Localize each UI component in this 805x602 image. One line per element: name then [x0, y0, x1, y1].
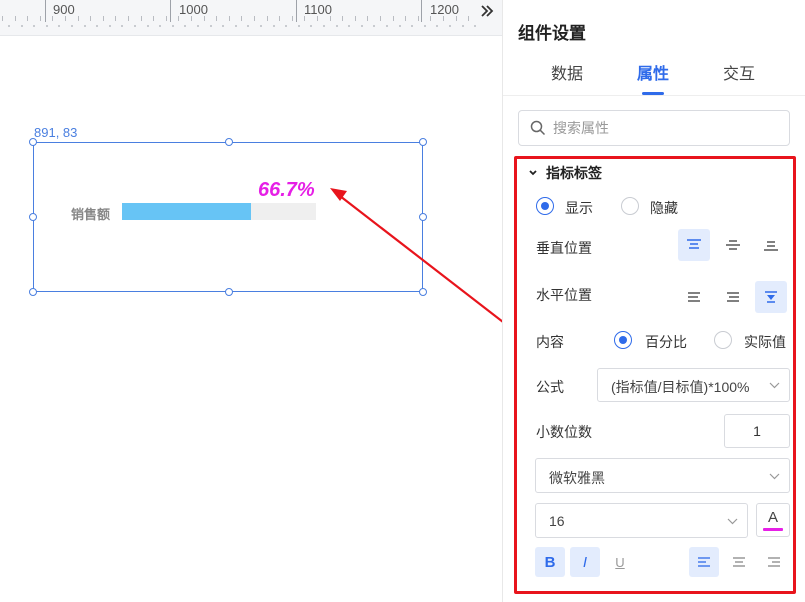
halign-center-button[interactable] — [717, 281, 749, 313]
decimal-places-input[interactable]: 1 — [724, 414, 790, 448]
text-align-center-button[interactable] — [724, 547, 754, 577]
align-middle-icon — [726, 240, 740, 250]
align-right-lines-icon — [727, 292, 739, 302]
radio-hide-label: 隐藏 — [650, 200, 678, 216]
tab-properties[interactable]: 属性 — [637, 60, 669, 84]
decimal-places-label: 小数位数 — [536, 424, 592, 440]
text-align-left-icon — [698, 557, 710, 567]
annotation-arrow — [330, 188, 517, 333]
component-settings-panel: 组件设置 数据 属性 交互 指标标签 显示 隐藏 垂直位置 水平位置 内容 百分… — [502, 0, 805, 602]
halign-right-button[interactable] — [755, 281, 787, 313]
formula-label: 公式 — [536, 379, 564, 395]
font-color-icon: A — [767, 509, 778, 526]
radio-percentage-label: 百分比 — [645, 334, 687, 350]
halign-left-button[interactable] — [678, 281, 710, 313]
design-canvas[interactable]: 900 1000 1100 1200 891, 83 销售额 66.7% — [0, 0, 517, 602]
font-family-value: 微软雅黑 — [549, 470, 605, 486]
font-size-select[interactable]: 16 — [535, 503, 748, 538]
radio-show[interactable] — [536, 197, 554, 215]
valign-middle-button[interactable] — [717, 229, 749, 261]
chevron-down-icon — [769, 382, 780, 389]
formula-select[interactable]: (指标值/目标值)*100% — [597, 368, 790, 402]
text-align-right-button[interactable] — [759, 547, 789, 577]
radio-hide[interactable] — [621, 197, 639, 215]
chevron-down-icon — [769, 473, 780, 480]
font-color-button[interactable]: A — [756, 503, 790, 537]
horizontal-position-label: 水平位置 — [536, 287, 592, 303]
align-left-icon — [688, 292, 700, 302]
bold-button[interactable]: B — [535, 547, 565, 577]
tab-interaction[interactable]: 交互 — [723, 60, 755, 84]
valign-top-button[interactable] — [678, 229, 710, 261]
section-toggle-indicator-label[interactable]: 指标标签 — [528, 163, 602, 183]
radio-percentage[interactable] — [614, 331, 632, 349]
content-label: 内容 — [536, 334, 564, 350]
text-align-left-button[interactable] — [689, 547, 719, 577]
panel-title: 组件设置 — [518, 24, 586, 43]
radio-show-label: 显示 — [565, 200, 593, 216]
text-align-center-icon — [733, 557, 745, 567]
align-bottom-icon — [764, 241, 778, 251]
align-top-icon — [687, 239, 701, 249]
search-icon — [530, 120, 546, 136]
radio-actual-value[interactable] — [714, 331, 732, 349]
search-input[interactable] — [553, 112, 783, 144]
align-end-icon — [765, 291, 777, 303]
property-search[interactable] — [518, 110, 790, 146]
tab-data[interactable]: 数据 — [551, 60, 583, 84]
radio-actual-value-label: 实际值 — [744, 334, 786, 350]
font-family-select[interactable]: 微软雅黑 — [535, 458, 790, 493]
valign-bottom-button[interactable] — [755, 229, 787, 261]
chevron-down-icon — [529, 170, 537, 176]
section-title: 指标标签 — [546, 165, 602, 181]
chevron-down-icon — [727, 518, 738, 525]
font-color-swatch — [763, 528, 783, 531]
formula-value: (指标值/目标值)*100% — [611, 379, 750, 395]
underline-button[interactable]: U — [605, 547, 635, 577]
font-size-value: 16 — [549, 513, 565, 529]
italic-button[interactable]: I — [570, 547, 600, 577]
text-align-right-icon — [768, 557, 780, 567]
divider — [503, 95, 805, 96]
vertical-position-label: 垂直位置 — [536, 240, 592, 256]
